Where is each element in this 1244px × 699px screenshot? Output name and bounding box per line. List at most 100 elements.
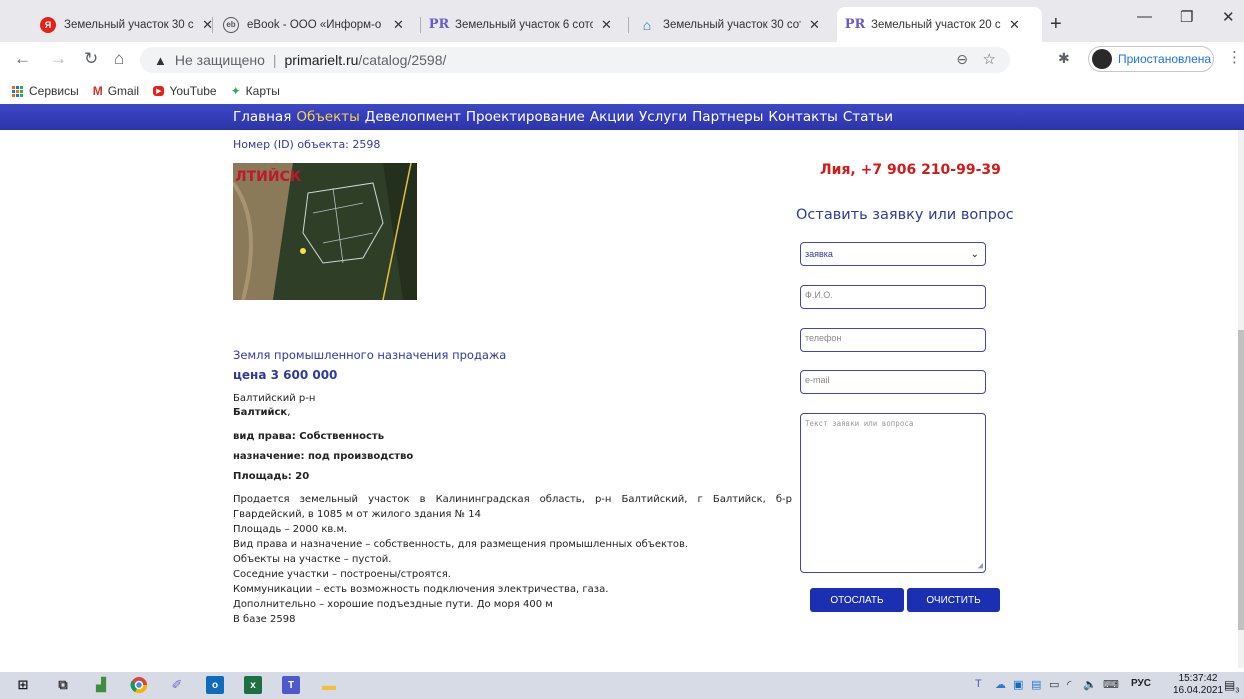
listing-photo[interactable]: ЛТИЙСК <box>233 163 417 300</box>
keyboard-icon[interactable]: ⌨ <box>1103 678 1119 691</box>
close-icon[interactable]: ✕ <box>1009 17 1020 33</box>
teams-tray-icon[interactable]: T <box>975 678 982 690</box>
page-content: Номер (ID) объекта: 2598 ЛТИЙСК Земля пр… <box>0 130 1244 668</box>
bookmark-star-icon[interactable]: ☆ <box>983 50 996 68</box>
nav-services[interactable]: Услуги <box>639 109 687 125</box>
minimize-icon[interactable]: — <box>1137 8 1152 25</box>
clock-date: 16.04.2021 <box>1173 685 1224 696</box>
resize-handle-icon[interactable]: ◢ <box>978 561 983 571</box>
bookmark-label: YouTube <box>169 84 217 98</box>
message-placeholder: Текст заявки или вопроса <box>805 419 914 428</box>
folder-icon[interactable]: ▬ <box>320 676 338 694</box>
chrome-icon[interactable] <box>130 676 148 694</box>
select-value: заявка <box>805 249 833 259</box>
volume-icon[interactable]: 🔈 <box>1083 678 1097 691</box>
notifications-icon[interactable]: ▤3 <box>1224 678 1239 694</box>
listing-description: Продается земельный участок в Калинингра… <box>233 492 792 627</box>
nav-development[interactable]: Девелопмент <box>365 109 461 125</box>
browser-tab[interactable]: ⌂ Земельный участок 30 сот ✕ <box>629 7 837 42</box>
pr-icon: PR <box>428 17 450 32</box>
nav-home[interactable]: Главная <box>233 109 291 125</box>
reload-icon[interactable]: ↻ <box>84 49 98 69</box>
ebook-icon: eb <box>223 16 239 33</box>
outlook-icon[interactable]: o <box>206 676 224 694</box>
home-icon[interactable]: ⌂ <box>114 49 124 69</box>
description-line: Объекты на участке – пустой. <box>233 554 392 565</box>
name-field[interactable]: Ф.И.О. <box>800 285 986 309</box>
clear-button[interactable]: ОЧИСТИТЬ <box>907 588 1000 612</box>
listing-right: вид права: Собственность <box>233 431 385 442</box>
listing-heading: Земля промышленного назначения продажа <box>233 348 507 362</box>
zoom-icon[interactable]: ⊖ <box>956 51 968 68</box>
nav-promotions[interactable]: Акции <box>590 109 634 125</box>
description-line: Вид права и назначение – собственность, … <box>233 539 689 550</box>
bookmark-maps[interactable]: ✦ Карты <box>231 84 280 98</box>
tab-title: eBook - ООО «Информ-о <box>247 18 382 31</box>
system-clock[interactable]: 15:37:42 16.04.2021 <box>1173 673 1223 697</box>
close-icon[interactable]: ✕ <box>601 17 612 33</box>
request-type-select[interactable]: заявка ⌄ <box>800 242 986 266</box>
network-tray-icon[interactable]: ▤ <box>1031 678 1041 691</box>
yandex-icon: Я <box>40 16 56 33</box>
forward-icon[interactable]: → <box>50 49 67 69</box>
tab-title: Земельный участок 30 сот <box>663 18 801 31</box>
warning-icon[interactable]: ▲ <box>154 53 167 68</box>
new-tab-button[interactable]: + <box>1050 13 1062 36</box>
description-line: Площадь – 2000 кв.м. <box>233 524 348 535</box>
battery-icon[interactable]: ▭ <box>1049 678 1059 691</box>
menu-icon[interactable]: ⋮ <box>1227 48 1242 66</box>
browser-tab[interactable]: PR Земельный участок 6 сотс ✕ <box>421 7 629 42</box>
house-icon: ⌂ <box>642 16 652 33</box>
windows-start-icon[interactable]: ⊞ <box>14 676 32 694</box>
url-host[interactable]: primarielt.ru <box>285 52 359 68</box>
excel-icon[interactable]: x <box>244 676 262 694</box>
listing-area: Площадь: 20 <box>233 471 310 482</box>
extensions-icon[interactable]: ✱ <box>1058 50 1070 67</box>
address-bar[interactable]: ▲ Не защищено | primarielt.ru/catalog/25… <box>140 47 1010 73</box>
tab-title: Земельный участок 20 со <box>871 18 1001 31</box>
profile-button[interactable]: Приостановлена <box>1088 46 1214 72</box>
url-path[interactable]: /catalog/2598/ <box>358 52 446 68</box>
town-suffix: , <box>287 407 291 418</box>
nav-contacts[interactable]: Контакты <box>768 109 837 125</box>
phone-field[interactable]: телефон <box>800 328 986 352</box>
window-close-icon[interactable]: ✕ <box>1222 8 1235 26</box>
paint-icon[interactable]: ✐ <box>168 676 186 694</box>
listing-purpose: назначение: под производство <box>233 451 414 462</box>
description-line: Коммуникации – есть возможность подключе… <box>233 584 609 595</box>
scrollbar-thumb[interactable] <box>1238 330 1244 630</box>
teams-icon[interactable]: T <box>282 676 300 694</box>
bookmark-youtube[interactable]: ▶ YouTube <box>153 84 217 98</box>
onedrive-icon[interactable]: ☁ <box>995 678 1006 691</box>
restore-icon[interactable]: ❐ <box>1180 8 1193 26</box>
wifi-icon[interactable]: ◜ <box>1067 678 1071 691</box>
email-field[interactable]: e-mail <box>800 370 986 394</box>
listing-price: цена 3 600 000 <box>233 368 338 382</box>
gmail-icon: M <box>92 84 103 98</box>
bookmark-label: Сервисы <box>29 84 79 98</box>
message-textarea[interactable]: Текст заявки или вопроса ◢ <box>800 413 986 573</box>
browser-tab[interactable]: eb eBook - ООО «Информ-о ✕ <box>213 7 421 42</box>
task-view-icon[interactable]: ⧉ <box>54 676 72 694</box>
send-button[interactable]: ОТОСЛАТЬ <box>810 588 904 612</box>
back-icon[interactable]: ← <box>14 49 31 69</box>
security-label[interactable]: Не защищено <box>175 52 265 68</box>
bookmark-services[interactable]: Сервисы <box>12 84 79 98</box>
language-indicator[interactable]: РУС <box>1131 678 1151 689</box>
browser-tab[interactable]: Я Земельный участок 30 сот ✕ <box>30 7 213 42</box>
chart-app-icon[interactable]: ▟ <box>92 676 110 694</box>
nav-design[interactable]: Проектирование <box>466 109 585 125</box>
close-icon[interactable]: ✕ <box>393 17 404 33</box>
close-icon[interactable]: ✕ <box>809 17 820 33</box>
maps-icon: ✦ <box>230 84 241 98</box>
nav-partners[interactable]: Партнеры <box>692 109 763 125</box>
profile-label: Приостановлена <box>1118 52 1212 66</box>
nav-articles[interactable]: Статьи <box>843 109 893 125</box>
page-scrollbar[interactable] <box>1238 130 1244 668</box>
nav-objects[interactable]: Объекты <box>296 109 359 125</box>
bookmark-gmail[interactable]: M Gmail <box>93 84 139 98</box>
form-title: Оставить заявку или вопрос <box>796 207 1014 223</box>
listing-town: Балтийск, <box>233 407 290 418</box>
browser-tab-active[interactable]: PR Земельный участок 20 со ✕ <box>837 7 1042 42</box>
outlook-tray-icon[interactable]: ▣ <box>1013 678 1023 691</box>
